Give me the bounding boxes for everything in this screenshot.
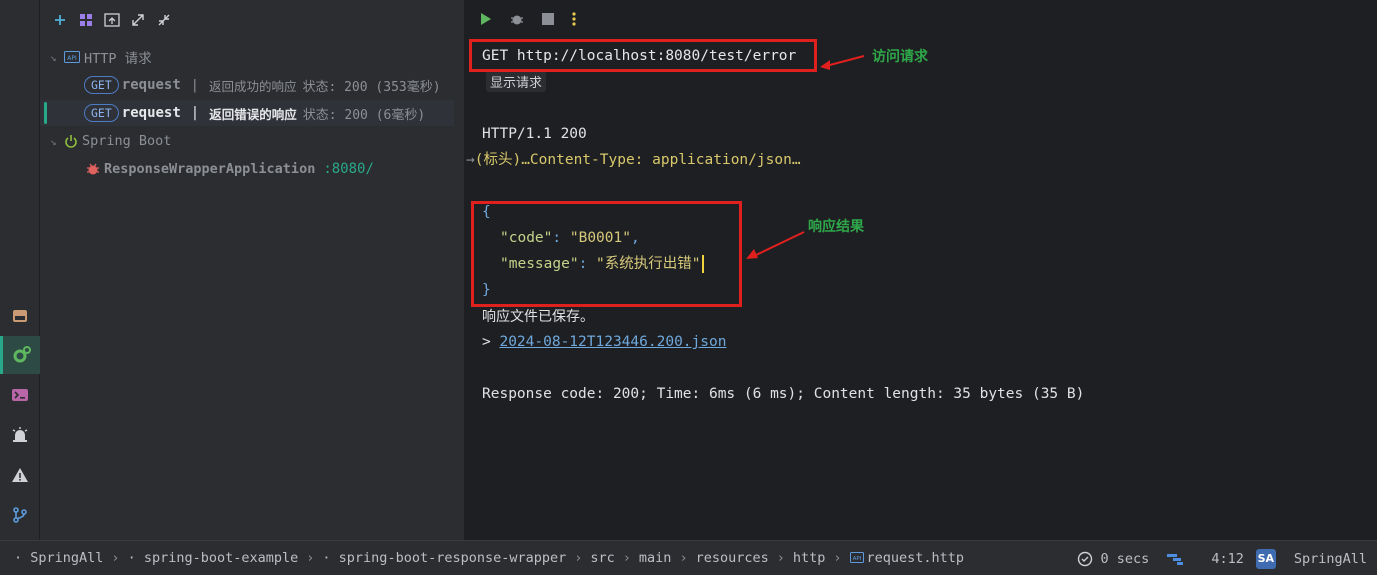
arrow-right-icon: → xyxy=(466,152,475,168)
services-panel: ↘ API HTTP 请求 GET request | 返回成功的响应 状态: … xyxy=(40,0,464,540)
chevron-right-icon: › xyxy=(111,550,120,566)
method-badge: GET xyxy=(84,76,119,94)
request-name: request xyxy=(121,77,181,93)
cursor-position[interactable]: 4:12 xyxy=(1211,551,1244,567)
chevron-right-icon: › xyxy=(833,550,842,566)
editor-toolbar xyxy=(480,12,576,30)
request-name: request xyxy=(121,105,181,121)
terminal-icon[interactable] xyxy=(0,376,40,414)
http-file-icon: API xyxy=(849,552,864,563)
debug-icon[interactable] xyxy=(510,12,524,30)
check-clock-icon xyxy=(1077,551,1092,566)
timer-widget[interactable]: 0 secs xyxy=(1077,550,1150,567)
collapse-all-icon[interactable] xyxy=(156,12,172,28)
breadcrumb: · SpringAll › · spring-boot-example › · sp… xyxy=(14,550,964,566)
services-toolbar xyxy=(52,10,172,30)
tree-http-group[interactable]: ↘ API HTTP 请求 xyxy=(40,44,454,70)
breadcrumb-item[interactable]: http xyxy=(793,550,826,566)
saved-file-link[interactable]: 2024-08-12T123446.200.json xyxy=(499,334,726,350)
tree-request-success[interactable]: GET request | 返回成功的响应 状态: 200 (353毫秒) xyxy=(40,72,454,98)
debug-bug-icon xyxy=(87,163,99,175)
tree-app[interactable]: ResponseWrapperApplication :8080/ xyxy=(40,156,454,182)
breadcrumb-item[interactable]: · spring-boot-example xyxy=(128,550,299,566)
http-group-label: HTTP 请求 xyxy=(84,51,152,67)
chevron-right-icon: › xyxy=(574,550,583,566)
indent-icon[interactable] xyxy=(1167,552,1185,566)
expand-all-icon[interactable] xyxy=(130,12,146,28)
saved-file-line: > 2024-08-12T123446.200.json xyxy=(482,334,727,350)
svg-text:API: API xyxy=(67,55,77,62)
power-icon xyxy=(65,135,77,148)
breadcrumb-item[interactable]: · spring-boot-response-wrapper xyxy=(322,550,566,566)
response-annotation: 响应结果 xyxy=(808,219,864,235)
method-badge: GET xyxy=(84,104,119,122)
chevron-down-icon[interactable]: ↘ xyxy=(50,135,64,148)
svg-text:API: API xyxy=(852,556,861,562)
chevron-right-icon: › xyxy=(622,550,631,566)
problems-icon[interactable] xyxy=(0,456,40,494)
show-request-hint[interactable]: 显示请求 xyxy=(486,71,547,92)
request-highlight-box xyxy=(469,39,817,72)
breadcrumb-item[interactable]: main xyxy=(639,550,672,566)
notifications-icon[interactable] xyxy=(0,416,40,454)
app-port[interactable]: :8080/ xyxy=(323,161,374,177)
more-options-icon[interactable] xyxy=(572,12,576,30)
group-icon[interactable] xyxy=(78,12,94,28)
services-icon[interactable] xyxy=(0,336,40,374)
chevron-down-icon[interactable]: ↘ xyxy=(50,51,64,64)
status-line: HTTP/1.1 200 xyxy=(482,126,587,142)
status-bar: · SpringAll › · spring-boot-example › · sp… xyxy=(0,540,1377,575)
status-right: 0 secs 4:12 SA SpringAll xyxy=(1077,541,1367,575)
request-separator: | xyxy=(190,77,199,93)
request-status: 状态: 200 (6毫秒) xyxy=(302,107,426,123)
chevron-right-icon: › xyxy=(679,550,688,566)
request-title: 返回错误的响应 xyxy=(209,106,297,122)
new-tab-icon[interactable] xyxy=(104,12,120,28)
database-icon[interactable] xyxy=(0,297,40,335)
saved-message: 响应文件已保存。 xyxy=(482,309,594,325)
response-editor: GET http://localhost:8080/test/error 显示请… xyxy=(464,0,1377,540)
spring-group-label: Spring Boot xyxy=(82,133,172,149)
response-highlight-box xyxy=(471,201,742,307)
project-name[interactable]: SpringAll xyxy=(1294,551,1367,567)
chevron-right-icon: › xyxy=(776,550,785,566)
avatar[interactable]: SA xyxy=(1255,548,1276,569)
request-separator: | xyxy=(190,105,200,121)
request-arrow-icon xyxy=(820,55,865,70)
git-icon[interactable] xyxy=(0,496,40,534)
stop-icon[interactable] xyxy=(542,13,554,29)
http-api-icon: API xyxy=(64,51,80,63)
add-icon[interactable] xyxy=(52,12,68,28)
breadcrumb-item[interactable]: src xyxy=(590,550,614,566)
run-icon[interactable] xyxy=(480,12,492,30)
response-summary: Response code: 200; Time: 6ms (6 ms); Co… xyxy=(482,386,1085,402)
timer-text: 0 secs xyxy=(1100,550,1150,567)
request-annotation: 访问请求 xyxy=(872,49,928,65)
request-status: 状态: 200 (353毫秒) xyxy=(302,79,441,95)
tree-spring-group[interactable]: ↘ Spring Boot xyxy=(40,128,454,154)
headers-line[interactable]: →(标头)…Content-Type: application/json… xyxy=(466,148,801,172)
tool-window-strip xyxy=(0,0,40,540)
app-name: ResponseWrapperApplication xyxy=(104,161,316,177)
breadcrumb-item[interactable]: API request.http xyxy=(849,550,964,566)
breadcrumb-item[interactable]: resources xyxy=(696,550,769,566)
tree-request-error[interactable]: GET request | 返回错误的响应 状态: 200 (6毫秒) xyxy=(40,100,454,126)
request-title: 返回成功的响应 xyxy=(208,78,297,94)
breadcrumb-item[interactable]: · SpringAll xyxy=(14,550,103,566)
response-arrow-icon xyxy=(746,231,805,259)
chevron-right-icon: › xyxy=(306,550,315,566)
